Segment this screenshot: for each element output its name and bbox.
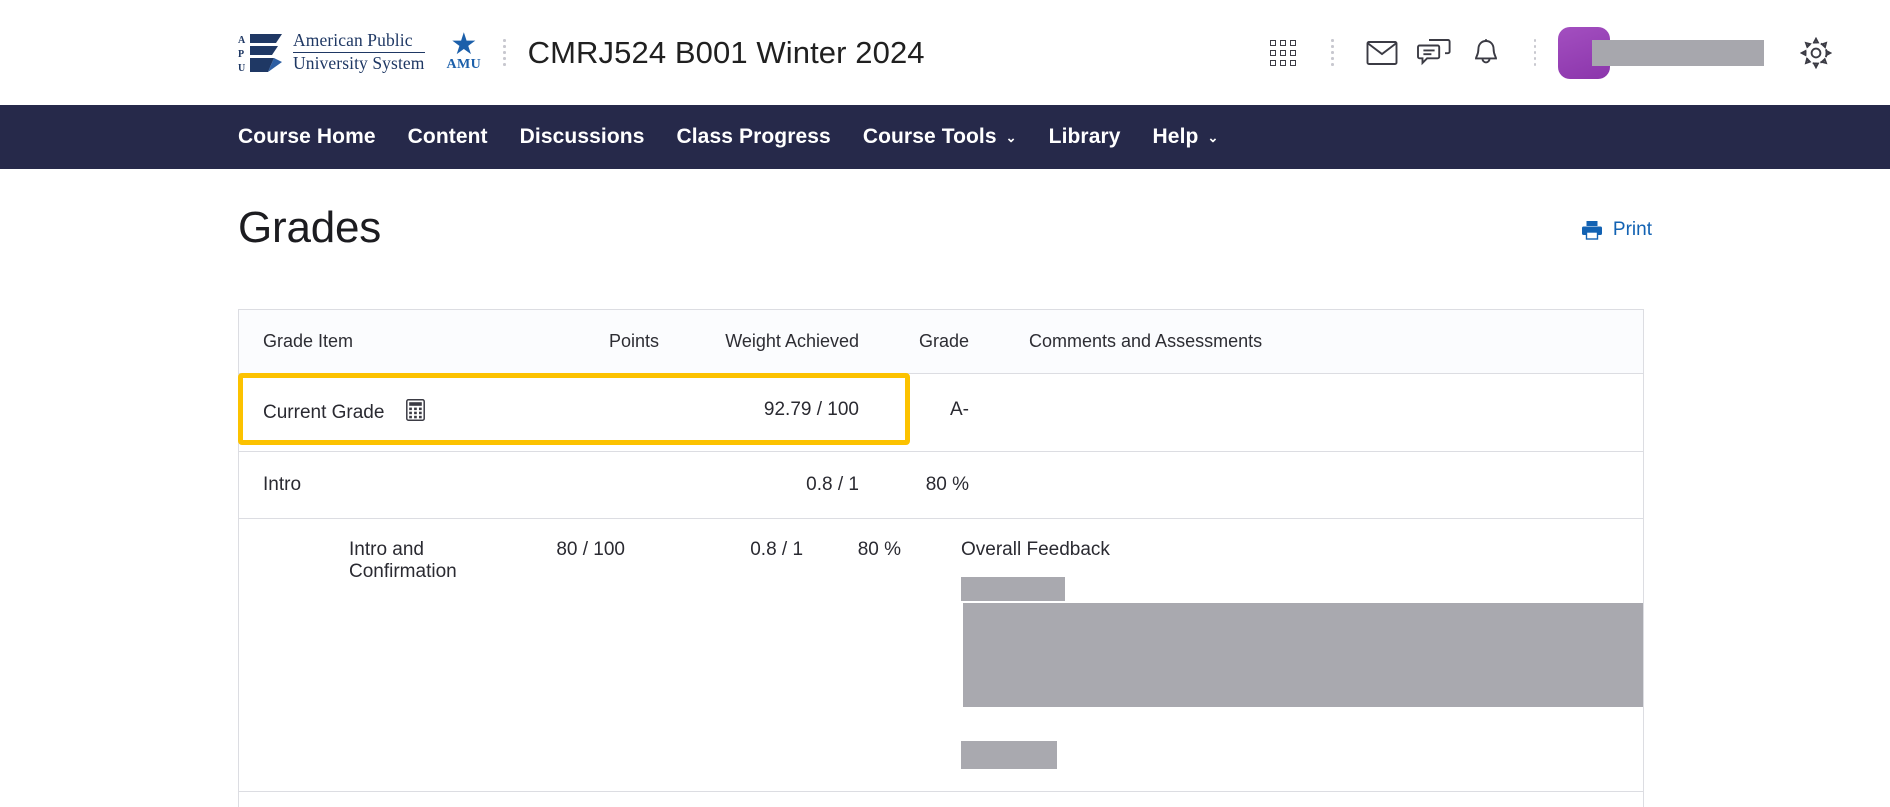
amu-logo[interactable]: ★ AMU (446, 27, 482, 73)
nav-item-library[interactable]: Library (1033, 125, 1137, 149)
gear-glyph (1800, 36, 1832, 69)
nav-label: Content (407, 125, 488, 148)
apus-logo[interactable]: A P U American Public University System (238, 31, 425, 74)
nav-item-course-tools[interactable]: Course Tools ⌄ (847, 125, 1033, 149)
chat-icon[interactable] (1408, 27, 1460, 79)
nav-label: Course Tools (862, 125, 997, 148)
page-header: Grades Print (238, 169, 1652, 253)
course-title: CMRJ524 B001 Winter 2024 (527, 34, 925, 70)
cell-points (539, 374, 659, 421)
print-button[interactable]: Print (1581, 203, 1652, 241)
star-icon: ★ (450, 27, 478, 61)
grades-table: Grade Item Points Weight Achieved Grade … (238, 309, 1644, 807)
waffle-grid-glyph (1270, 39, 1296, 66)
header-actions (1257, 26, 1842, 79)
table-row[interactable]: Current Grade 92.79 / 100 A- (238, 373, 1643, 452)
printer-icon (1581, 221, 1602, 240)
nav-label: Course Home (238, 125, 376, 148)
header-divider-dots-2 (1331, 39, 1334, 66)
cell-points (539, 452, 659, 496)
nav-label: Discussions (519, 125, 645, 148)
user-name-redaction (1592, 39, 1764, 66)
chevron-down-icon: ⌄ (1207, 130, 1219, 145)
table-row[interactable]: Intro and Confirmation 80 / 100 0.8 / 1 … (239, 519, 1643, 792)
envelope-glyph (1366, 40, 1397, 65)
amu-label: AMU (446, 56, 482, 72)
cell-grade: A- (950, 399, 969, 420)
header-divider-dots (503, 39, 506, 66)
overall-feedback-label: Overall Feedback (961, 539, 1110, 560)
nav-item-course-home[interactable]: Course Home (238, 125, 392, 149)
table-row[interactable]: Intro 0.8 / 1 80 % (239, 452, 1643, 519)
feedback-redaction-1 (961, 577, 1065, 601)
cell-weight-achieved: 92.79 / 100 (763, 399, 859, 420)
nav-item-content[interactable]: Content (392, 125, 504, 149)
chat-bubbles-glyph (1416, 38, 1451, 65)
apus-logo-mark: A P U (238, 33, 282, 74)
grades-page: Grades Print Grade Item Points Weight Ac… (0, 169, 1890, 807)
calculator-icon[interactable] (405, 399, 425, 427)
chevron-down-icon: ⌄ (1005, 130, 1017, 145)
notification-bell-icon[interactable] (1460, 27, 1512, 79)
page-title: Grades (238, 203, 382, 252)
nav-item-class-progress[interactable]: Class Progress (660, 125, 846, 149)
cell-grade-item: Current Grade (239, 374, 539, 449)
cell-comments (969, 452, 1643, 496)
column-header-comments: Comments and Assessments (1029, 331, 1263, 351)
settings-gear-icon[interactable] (1790, 27, 1842, 79)
apus-wordmark-line2: University System (293, 53, 425, 73)
apus-wordmark: American Public University System (293, 31, 425, 73)
email-icon[interactable] (1356, 27, 1408, 79)
cell-grade: 80 % (857, 539, 901, 560)
column-header-grade-item: Grade Item (263, 331, 354, 351)
svg-text:A: A (238, 35, 246, 46)
svg-text:P: P (238, 49, 244, 60)
nav-item-help[interactable]: Help ⌄ (1137, 125, 1235, 149)
table-row-partial (239, 792, 1643, 807)
cell-weight-achieved: 0.8 / 1 (750, 539, 804, 560)
cell-points: 80 / 100 (556, 539, 625, 560)
print-label: Print (1612, 219, 1652, 240)
svg-text:U: U (238, 63, 245, 74)
cell-grade-item: Intro and Confirmation (349, 539, 457, 582)
brand-logo-group[interactable]: A P U American Public University System … (238, 27, 482, 74)
nav-item-discussions[interactable]: Discussions (504, 125, 661, 149)
column-header-weight-achieved: Weight Achieved (725, 331, 859, 351)
calculator-glyph (405, 399, 425, 421)
table-header-row: Grade Item Points Weight Achieved Grade … (239, 310, 1643, 374)
cell-grade: 80 % (925, 474, 969, 495)
bell-glyph (1474, 38, 1497, 63)
cell-comments (969, 374, 1643, 421)
waffle-menu-icon[interactable] (1257, 27, 1309, 79)
feedback-redaction-2 (963, 603, 1643, 707)
grade-item-label: Current Grade (263, 402, 385, 423)
header-divider-dots-3 (1533, 39, 1536, 66)
top-header-bar: A P U American Public University System … (0, 0, 1890, 105)
nav-label: Help (1152, 125, 1199, 148)
column-header-points: Points (608, 331, 659, 351)
column-header-grade: Grade (918, 331, 969, 351)
nav-label: Class Progress (676, 125, 831, 148)
user-avatar[interactable] (1558, 26, 1764, 79)
apus-wordmark-line1: American Public (293, 31, 425, 53)
cell-grade-item: Intro (263, 474, 302, 495)
cell-weight-achieved: 0.8 / 1 (806, 474, 859, 495)
cell-comments: Overall Feedback (901, 519, 1643, 791)
course-navigation-bar: Course Home Content Discussions Class Pr… (0, 105, 1890, 169)
feedback-redaction-3 (961, 741, 1057, 769)
nav-label: Library (1048, 125, 1121, 148)
